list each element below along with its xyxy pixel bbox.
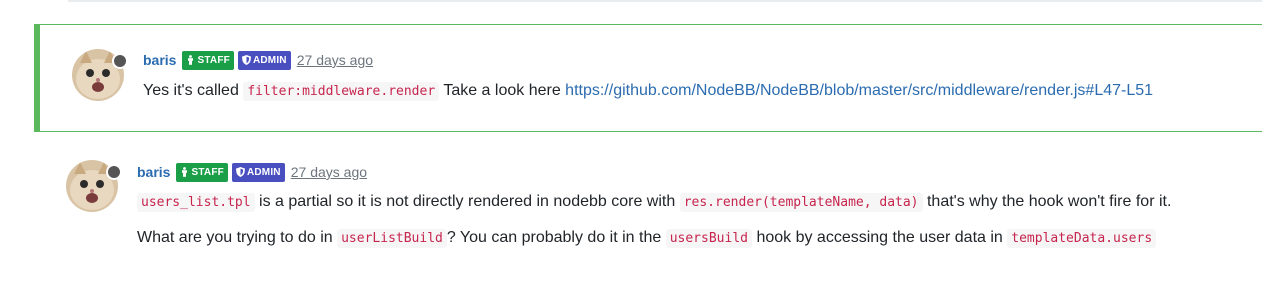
post-text: is a partial so it is not directly rende… xyxy=(259,193,676,210)
admin-badge-label: ADMIN xyxy=(252,54,287,66)
person-standing-icon xyxy=(182,167,188,177)
post-text: ? You can probably do it in the xyxy=(446,229,662,246)
post-paragraph: What are you trying to do in userListBui… xyxy=(137,227,1232,250)
post-text: that's why the hook won't fire for it. xyxy=(926,193,1172,210)
inline-code: filter:middleware.render xyxy=(243,82,440,101)
inline-code: userListBuild xyxy=(337,229,447,248)
staff-badge[interactable]: STAFF xyxy=(176,162,228,182)
admin-badge[interactable]: ADMIN xyxy=(231,162,285,182)
inline-code: usersBuild xyxy=(665,229,752,248)
post-paragraph: users_list.tpl is a partial so it is not… xyxy=(137,191,1232,214)
shield-icon xyxy=(241,55,251,65)
post-text: What are you trying to do in xyxy=(137,229,333,246)
admin-badge-label: ADMIN xyxy=(246,166,281,178)
staff-badge[interactable]: STAFF xyxy=(182,50,234,70)
shield-icon xyxy=(235,167,245,177)
inline-code: templateData.users xyxy=(1007,229,1157,248)
github-link[interactable]: https://github.com/NodeBB/NodeBB/blob/ma… xyxy=(565,82,1153,99)
inline-code: users_list.tpl xyxy=(137,193,255,212)
post-meta: baris STAFF ADMIN 27 days ago xyxy=(137,162,367,182)
avatar[interactable] xyxy=(72,49,128,101)
username-link[interactable]: baris xyxy=(137,164,170,180)
post: baris STAFF ADMIN 27 days ago users_list… xyxy=(34,146,1262,266)
avatar[interactable] xyxy=(66,160,122,212)
post-text: hook by accessing the user data in xyxy=(756,229,1003,246)
offline-status-dot xyxy=(112,53,128,69)
post-paragraph: Yes it's called filter:middleware.render… xyxy=(143,80,1232,103)
post-content: users_list.tpl is a partial so it is not… xyxy=(137,191,1232,263)
post-text: Yes it's called xyxy=(143,82,239,99)
post-timestamp-link[interactable]: 27 days ago xyxy=(297,52,373,68)
post-highlighted: baris STAFF ADMIN 27 days ago Yes it's c… xyxy=(34,24,1262,132)
post-meta: baris STAFF ADMIN 27 days ago xyxy=(143,50,373,70)
person-standing-icon xyxy=(188,55,194,65)
admin-badge[interactable]: ADMIN xyxy=(237,50,291,70)
post-content: Yes it's called filter:middleware.render… xyxy=(143,80,1232,116)
username-link[interactable]: baris xyxy=(143,52,176,68)
staff-badge-label: STAFF xyxy=(191,166,224,178)
previous-post-divider xyxy=(68,0,1262,2)
inline-code: res.render(templateName, data) xyxy=(679,193,923,212)
post-timestamp-link[interactable]: 27 days ago xyxy=(291,164,367,180)
staff-badge-label: STAFF xyxy=(197,54,230,66)
post-text: Take a look here xyxy=(443,82,561,99)
offline-status-dot xyxy=(106,164,122,180)
